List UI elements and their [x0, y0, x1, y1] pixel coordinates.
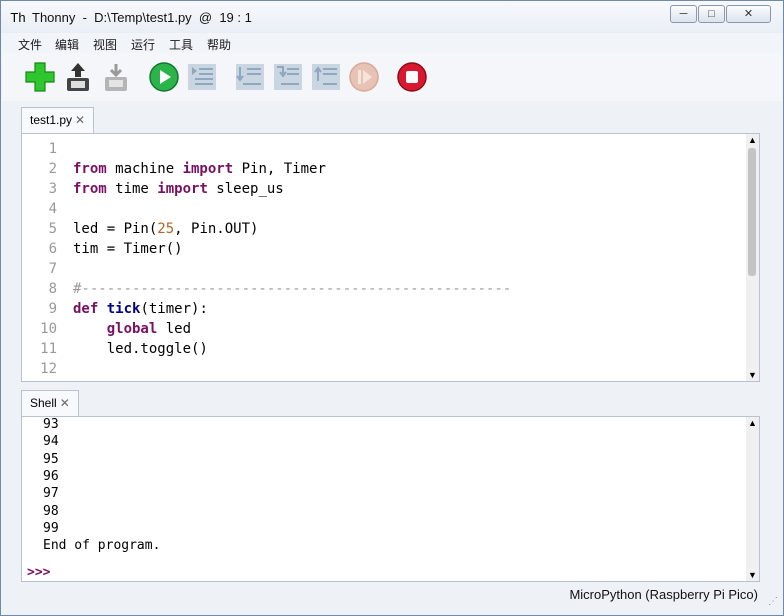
code-token: global: [106, 321, 158, 337]
menu-run[interactable]: 运行: [131, 36, 155, 53]
menu-tools[interactable]: 工具: [169, 36, 193, 53]
shell-output-line: 96: [43, 468, 59, 484]
menu-edit[interactable]: 编辑: [55, 36, 79, 53]
code-token: tim = Timer(): [73, 241, 183, 257]
shell-scroll-down-icon[interactable]: ▼: [746, 569, 759, 581]
shell-tab-bar: Shell ✕: [21, 390, 761, 416]
editor-scrollbar[interactable]: ▲ ▼: [746, 134, 759, 381]
line-number: 7: [48, 261, 57, 277]
code-token: machine: [106, 161, 183, 177]
line-number: 12: [40, 361, 57, 377]
code-token: def: [73, 301, 99, 317]
line-number: 8: [48, 281, 57, 297]
code-line[interactable]: #---------------------------------------…: [73, 281, 511, 297]
open-file-icon[interactable]: [62, 61, 94, 93]
maximize-button[interactable]: □: [698, 5, 725, 23]
code-line[interactable]: tim = Timer(): [73, 241, 183, 257]
shell-output-line: 98: [43, 503, 59, 519]
thonny-window: Th Thonny - D:\Temp\test1.py @ 19 : 1 ─ …: [0, 0, 784, 616]
resize-grip-icon[interactable]: ⋰: [768, 596, 778, 607]
shell-output-line: 95: [43, 451, 59, 467]
line-number: 2: [48, 161, 57, 177]
shell-scroll-up-icon[interactable]: ▲: [746, 417, 759, 429]
code-token: #---------------------------------------…: [73, 281, 512, 297]
code-token: 25: [157, 221, 175, 237]
step-over-icon[interactable]: [234, 61, 266, 93]
minimize-button[interactable]: ─: [670, 5, 697, 23]
line-number: 3: [48, 181, 57, 197]
code-token: from: [73, 161, 107, 177]
shell-output-line: 94: [43, 434, 59, 450]
line-number: 4: [48, 201, 57, 217]
scroll-down-icon[interactable]: ▼: [746, 369, 759, 381]
code-token: led: [157, 321, 192, 337]
code-line[interactable]: led.toggle(): [73, 341, 208, 357]
tab-label: test1.py: [30, 113, 73, 127]
code-token: led.toggle(): [73, 341, 208, 357]
shell-prompt[interactable]: >>>: [27, 565, 50, 580]
code-token: (timer):: [140, 301, 208, 317]
line-number: 6: [48, 241, 57, 257]
code-line[interactable]: from machine import Pin, Timer: [73, 161, 326, 177]
shell-tab-label: Shell: [30, 396, 57, 410]
menu-help[interactable]: 帮助: [207, 36, 231, 53]
line-number: 5: [48, 221, 57, 237]
interpreter-status[interactable]: MicroPython (Raspberry Pi Pico): [569, 587, 758, 602]
line-number: 9: [48, 301, 57, 317]
new-file-icon[interactable]: [24, 61, 56, 93]
stop-icon[interactable]: [396, 61, 428, 93]
line-number-gutter: 1 2 3 4 5 6 7 8 9 10 11 12: [22, 134, 67, 381]
editor-tab-bar: test1.py ✕: [21, 107, 761, 133]
status-bar: MicroPython (Raspberry Pi Pico) ⋰: [2, 585, 782, 609]
step-out-icon[interactable]: [310, 61, 342, 93]
code-token: import: [157, 181, 208, 197]
menu-file[interactable]: 文件: [18, 36, 42, 53]
code-token: Pin, Timer: [233, 161, 326, 177]
title-bar: Th Thonny - D:\Temp\test1.py @ 19 : 1 ─ …: [1, 1, 783, 33]
code-token: sleep_us: [207, 181, 284, 197]
thonny-app-icon: Th: [10, 10, 26, 25]
shell-console[interactable]: 93 94 95 96 97 98 99 End of program. >>> ▲ ▼: [21, 416, 760, 582]
resume-icon[interactable]: [348, 61, 380, 93]
save-file-icon[interactable]: [100, 61, 132, 93]
code-token: tick: [106, 301, 141, 317]
run-icon[interactable]: [148, 61, 180, 93]
code-line[interactable]: def tick(timer):: [73, 301, 208, 317]
code-line[interactable]: led = Pin(25, Pin.OUT): [73, 221, 258, 237]
menu-view[interactable]: 视图: [93, 36, 117, 53]
menu-bar: 文件 编辑 视图 运行 工具 帮助: [2, 33, 782, 53]
code-token: time: [106, 181, 158, 197]
scroll-thumb[interactable]: [748, 148, 756, 276]
scroll-up-icon[interactable]: ▲: [746, 134, 759, 146]
close-shell-tab-icon[interactable]: ✕: [60, 396, 70, 410]
shell-output-line: 99: [43, 520, 59, 536]
code-editor[interactable]: 1 2 3 4 5 6 7 8 9 10 11 12 from machine import Pin,…: [21, 133, 760, 382]
close-window-button[interactable]: ✕: [726, 5, 771, 23]
code-token: from: [73, 181, 107, 197]
shell-output-line: 97: [43, 486, 59, 502]
code-token: , Pin.OUT): [174, 221, 259, 237]
line-number: 1: [48, 141, 57, 157]
tab-test1-py[interactable]: test1.py ✕: [21, 107, 95, 133]
line-number: 10: [40, 321, 57, 337]
line-number: 11: [40, 341, 57, 357]
shell-output-line: 93: [43, 417, 59, 432]
shell-output-line: End of program.: [43, 538, 161, 554]
toolbar: [2, 53, 782, 101]
code-token: import: [182, 161, 234, 177]
tab-shell[interactable]: Shell ✕: [21, 390, 79, 416]
step-into-icon[interactable]: [272, 61, 304, 93]
debug-icon[interactable]: [186, 61, 218, 93]
code-line[interactable]: from time import sleep_us: [73, 181, 284, 197]
window-title: Thonny - D:\Temp\test1.py @ 19 : 1: [32, 10, 252, 25]
code-line[interactable]: global led: [73, 321, 191, 337]
shell-scrollbar[interactable]: ▲ ▼: [746, 417, 759, 581]
close-tab-icon[interactable]: ✕: [75, 113, 85, 127]
code-token: led = Pin(: [73, 221, 158, 237]
